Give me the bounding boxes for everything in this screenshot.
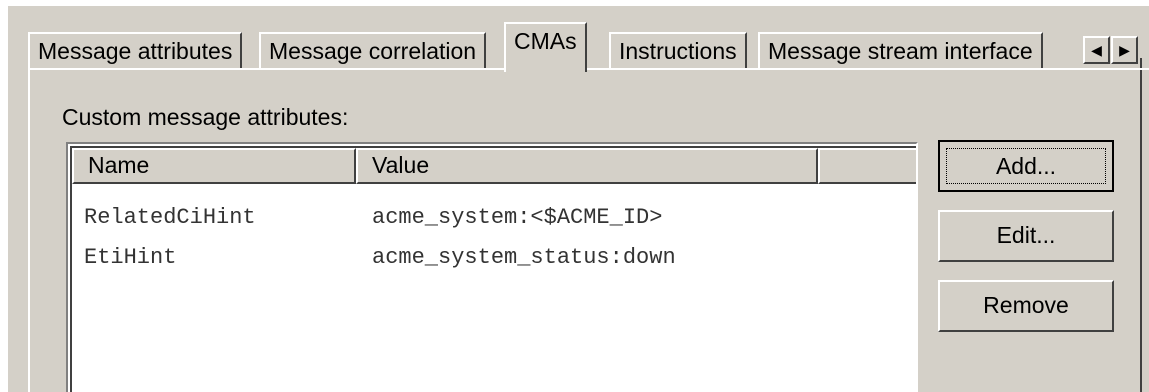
remove-button[interactable]: Remove <box>938 280 1114 332</box>
dialog-panel: Message attributes Message correlation C… <box>8 6 1149 392</box>
cell-name: EtiHint <box>84 245 177 270</box>
tab-cmas[interactable]: CMAs <box>504 22 587 72</box>
screenshot-root: Message attributes Message correlation C… <box>0 0 1149 392</box>
cell-value: acme_system:<$ACME_ID> <box>372 205 663 230</box>
column-header-value[interactable]: Value <box>356 148 818 184</box>
section-label: Custom message attributes: <box>62 104 349 130</box>
list-inner: Name Value RelatedCiHint acme_system:<$A… <box>70 146 916 392</box>
tab-instructions[interactable]: Instructions <box>609 32 747 70</box>
table-row[interactable]: EtiHint acme_system_status:down <box>72 238 916 278</box>
cma-list-view[interactable]: Name Value RelatedCiHint acme_system:<$A… <box>66 142 918 392</box>
tab-message-attributes[interactable]: Message attributes <box>28 32 243 70</box>
tab-message-correlation[interactable]: Message correlation <box>259 32 487 70</box>
list-header: Name Value <box>72 148 916 184</box>
tab-row-divider <box>28 68 1149 70</box>
panel-left-edge <box>28 58 30 392</box>
tab-scroll-buttons: ◀ ▶ <box>1083 36 1139 64</box>
column-header-name[interactable]: Name <box>72 148 356 184</box>
tab-strip: Message attributes Message correlation C… <box>28 18 1149 72</box>
arrow-left-icon[interactable]: ◀ <box>1083 36 1110 64</box>
cell-name: RelatedCiHint <box>84 205 256 230</box>
panel-right-edge <box>1140 58 1142 392</box>
tab-message-stream-interface[interactable]: Message stream interface <box>758 32 1043 70</box>
add-button[interactable]: Add... <box>938 140 1114 192</box>
cell-value: acme_system_status:down <box>372 245 676 270</box>
arrow-right-icon[interactable]: ▶ <box>1111 36 1138 64</box>
add-button-label: Add... <box>946 148 1106 184</box>
column-header-empty[interactable] <box>818 148 916 184</box>
table-row[interactable]: RelatedCiHint acme_system:<$ACME_ID> <box>72 198 916 238</box>
edit-button[interactable]: Edit... <box>938 210 1114 262</box>
